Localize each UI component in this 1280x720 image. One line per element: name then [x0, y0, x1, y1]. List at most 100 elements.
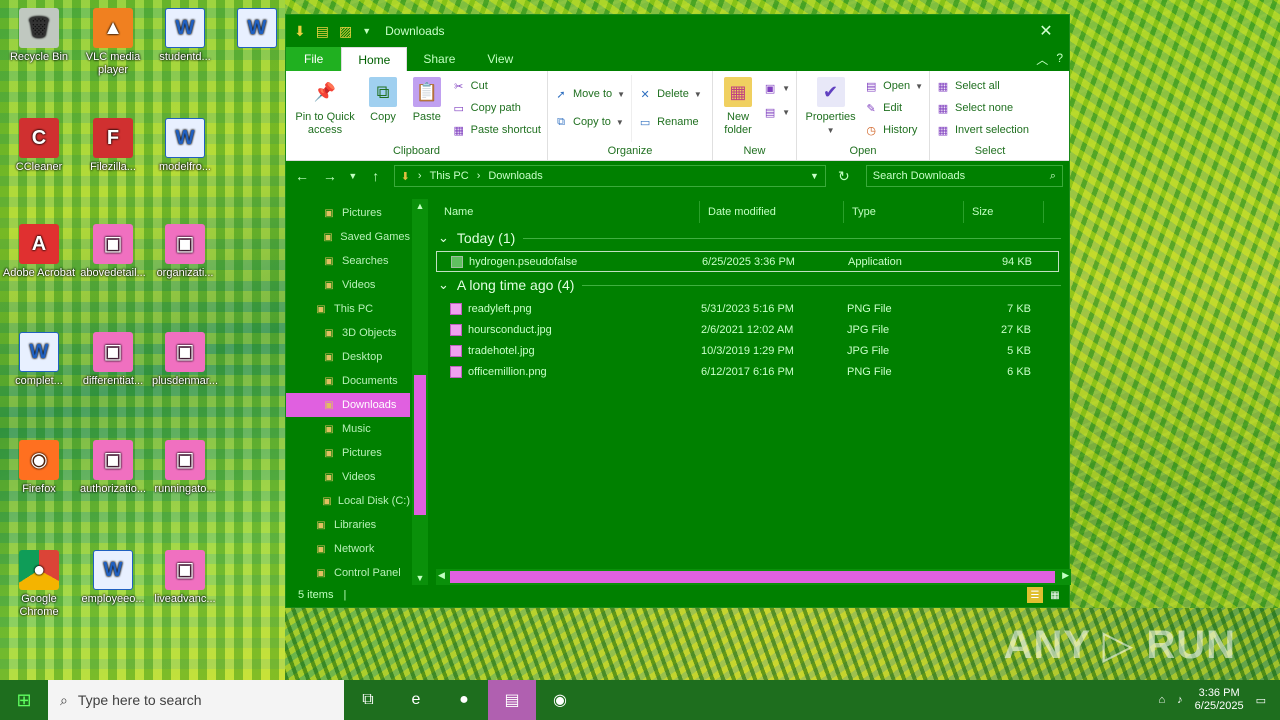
address-bar[interactable]: ⬇ › This PC › Downloads ▼	[393, 165, 826, 187]
paste-shortcut-button[interactable]: ▦ Paste shortcut	[452, 121, 541, 139]
new-item-button[interactable]: ▣ ▼	[763, 79, 790, 97]
open-button[interactable]: ▤ Open ▼	[864, 77, 923, 95]
column-header-name[interactable]: Name	[436, 201, 700, 223]
invert-selection-button[interactable]: ▦ Invert selection	[936, 121, 1029, 139]
copy-path-button[interactable]: ▭ Copy path	[452, 99, 541, 117]
new-folder-button[interactable]: ▦ New folder	[719, 75, 757, 142]
chevron-down-icon[interactable]: ▼	[362, 26, 371, 36]
file-row[interactable]: officemillion.png 6/12/2017 6:16 PM PNG Fi…	[436, 361, 1071, 382]
rename-button[interactable]: ▭ Rename	[638, 113, 702, 131]
details-view-icon[interactable]: ☰	[1027, 587, 1043, 603]
properties-button[interactable]: ✔ Properties ▼	[803, 75, 858, 142]
file-row[interactable]: tradehotel.jpg 10/3/2019 1:29 PM JPG File 5…	[436, 340, 1071, 361]
volume-icon[interactable]: ♪	[1177, 694, 1183, 706]
nav-item[interactable]: ▣ Local Disk (C:)	[286, 489, 410, 513]
desktop-icon[interactable]: ● Google Chrome	[2, 550, 76, 619]
firefox-icon[interactable]: ◉	[536, 680, 584, 720]
history-button[interactable]: ◷ History	[864, 121, 923, 139]
desktop-icon[interactable]: ◉ Firefox	[2, 440, 76, 496]
move-to-button[interactable]: ➚ Move to ▼	[554, 85, 625, 103]
network-icon[interactable]: ⌂	[1159, 694, 1166, 706]
help-icon[interactable]: ?	[1056, 51, 1063, 68]
column-header-type[interactable]: Type	[844, 201, 964, 223]
nav-item[interactable]: ▣ Documents	[286, 369, 410, 393]
new-folder-icon[interactable]: ▨	[339, 23, 352, 40]
desktop-icon[interactable]: ▣ runningato...	[148, 440, 222, 496]
desktop-icon[interactable]: ▣ liveadvanc...	[148, 550, 222, 606]
forward-arrow-icon[interactable]: →	[320, 168, 340, 184]
nav-item[interactable]: ▣ 3D Objects	[286, 321, 410, 345]
copy-to-button[interactable]: ⧉ Copy to ▼	[554, 113, 625, 131]
scroll-up-icon[interactable]: ▲	[412, 201, 428, 211]
properties-icon[interactable]: ▤	[316, 23, 329, 40]
desktop-icon[interactable]: 🗑 Recycle Bin	[2, 8, 76, 64]
desktop-icon[interactable]: A Adobe Acrobat	[2, 224, 76, 280]
taskbar-search-box[interactable]: ⌕ Type here to search	[48, 680, 344, 720]
file-row[interactable]: hydrogen.pseudofalse 6/25/2025 3:36 PM App…	[436, 251, 1059, 272]
file-row[interactable]: hoursconduct.jpg 2/6/2021 12:02 AM JPG Fil…	[436, 319, 1071, 340]
nav-item[interactable]: ▣ This PC	[286, 297, 410, 321]
breadcrumb-this-pc[interactable]: This PC	[430, 170, 469, 182]
folder-icon[interactable]: ⬇	[294, 23, 306, 40]
large-icons-view-icon[interactable]: ▦	[1047, 587, 1063, 603]
select-all-button[interactable]: ▦ Select all	[936, 77, 1029, 95]
nav-item[interactable]: ▣ Libraries	[286, 513, 410, 537]
desktop-icon[interactable]: ▣ organizati...	[148, 224, 222, 280]
scroll-right-icon[interactable]: ▶	[1062, 570, 1069, 581]
chrome-icon[interactable]: ●	[440, 680, 488, 720]
collapse-ribbon-icon[interactable]: ︿	[1036, 51, 1048, 68]
desktop-icon[interactable]: Wemployeeo...	[76, 550, 150, 606]
edit-button[interactable]: ✎ Edit	[864, 99, 923, 117]
nav-item[interactable]: ▣ Pictures	[286, 201, 410, 225]
scroll-left-icon[interactable]: ◀	[438, 570, 445, 581]
desktop-icon[interactable]: ▣ differentiat...	[76, 332, 150, 388]
desktop-icon[interactable]: ▣ authorizatio...	[76, 440, 150, 496]
address-dropdown-icon[interactable]: ▼	[810, 171, 819, 181]
copy-button[interactable]: ⧉ Copy	[364, 75, 402, 142]
back-arrow-icon[interactable]: ←	[292, 168, 312, 184]
file-group-header[interactable]: ⌄ Today (1)	[436, 225, 1071, 251]
select-none-button[interactable]: ▦ Select none	[936, 99, 1029, 117]
scroll-down-icon[interactable]: ▼	[412, 573, 428, 583]
windows-start-icon[interactable]: ⊞	[0, 680, 48, 720]
column-header-date[interactable]: Date modified	[700, 201, 844, 223]
nav-item[interactable]: ▣ Control Panel	[286, 561, 410, 585]
tab-file[interactable]: File	[286, 47, 342, 71]
desktop-icon[interactable]: ▣ abovedetail...	[76, 224, 150, 280]
desktop-icon[interactable]: ▣ plusdenmar...	[148, 332, 222, 388]
nav-item[interactable]: ▣ Saved Games	[286, 225, 410, 249]
desktop-icon[interactable]: Wmodelfro...	[148, 118, 222, 174]
close-button[interactable]: ✕	[1023, 21, 1069, 41]
nav-item[interactable]: ▣ Downloads	[286, 393, 410, 417]
tab-home[interactable]: Home	[341, 47, 408, 71]
nav-item[interactable]: ▣ Videos	[286, 465, 410, 489]
refresh-icon[interactable]: ↻	[834, 168, 854, 185]
delete-button[interactable]: ✕ Delete ▼	[638, 85, 701, 103]
nav-scrollbar[interactable]: ▲ ▼	[412, 199, 428, 585]
breadcrumb-downloads[interactable]: Downloads	[488, 170, 542, 182]
search-box[interactable]: Search Downloads ⌕	[865, 165, 1063, 187]
cut-button[interactable]: ✂ Cut	[452, 77, 541, 95]
file-row[interactable]: readyleft.png 5/31/2023 5:16 PM PNG File 7 …	[436, 298, 1071, 319]
desktop-icon[interactable]: W	[220, 8, 294, 51]
tab-view[interactable]: View	[471, 47, 529, 71]
column-header-size[interactable]: Size	[964, 201, 1044, 223]
tab-share[interactable]: Share	[407, 47, 471, 71]
clock[interactable]: 3:36 PM 6/25/2025	[1195, 687, 1244, 713]
desktop-icon[interactable]: C CCleaner	[2, 118, 76, 174]
horizontal-scroll-thumb[interactable]	[450, 571, 1055, 583]
edge-icon[interactable]: e	[392, 680, 440, 720]
nav-item[interactable]: ▣ Music	[286, 417, 410, 441]
nav-scroll-thumb[interactable]	[414, 375, 426, 515]
recent-locations-chevron-icon[interactable]: ▼	[348, 171, 358, 181]
notifications-icon[interactable]: ▭	[1256, 694, 1266, 707]
file-explorer-taskbar-icon[interactable]: ▤	[488, 680, 536, 720]
desktop-icon[interactable]: Wstudentd...	[148, 8, 222, 64]
easy-access-button[interactable]: ▤ ▼	[763, 103, 790, 121]
pin-to-quick-access-button[interactable]: 📌 Pin to Quick access	[292, 75, 358, 142]
desktop-icon[interactable]: F Filezilla...	[76, 118, 150, 174]
nav-item[interactable]: ▣ Desktop	[286, 345, 410, 369]
desktop-icon[interactable]: ▲ VLC media player	[76, 8, 150, 77]
nav-item[interactable]: ▣ Videos	[286, 273, 410, 297]
nav-item[interactable]: ▣ Pictures	[286, 441, 410, 465]
